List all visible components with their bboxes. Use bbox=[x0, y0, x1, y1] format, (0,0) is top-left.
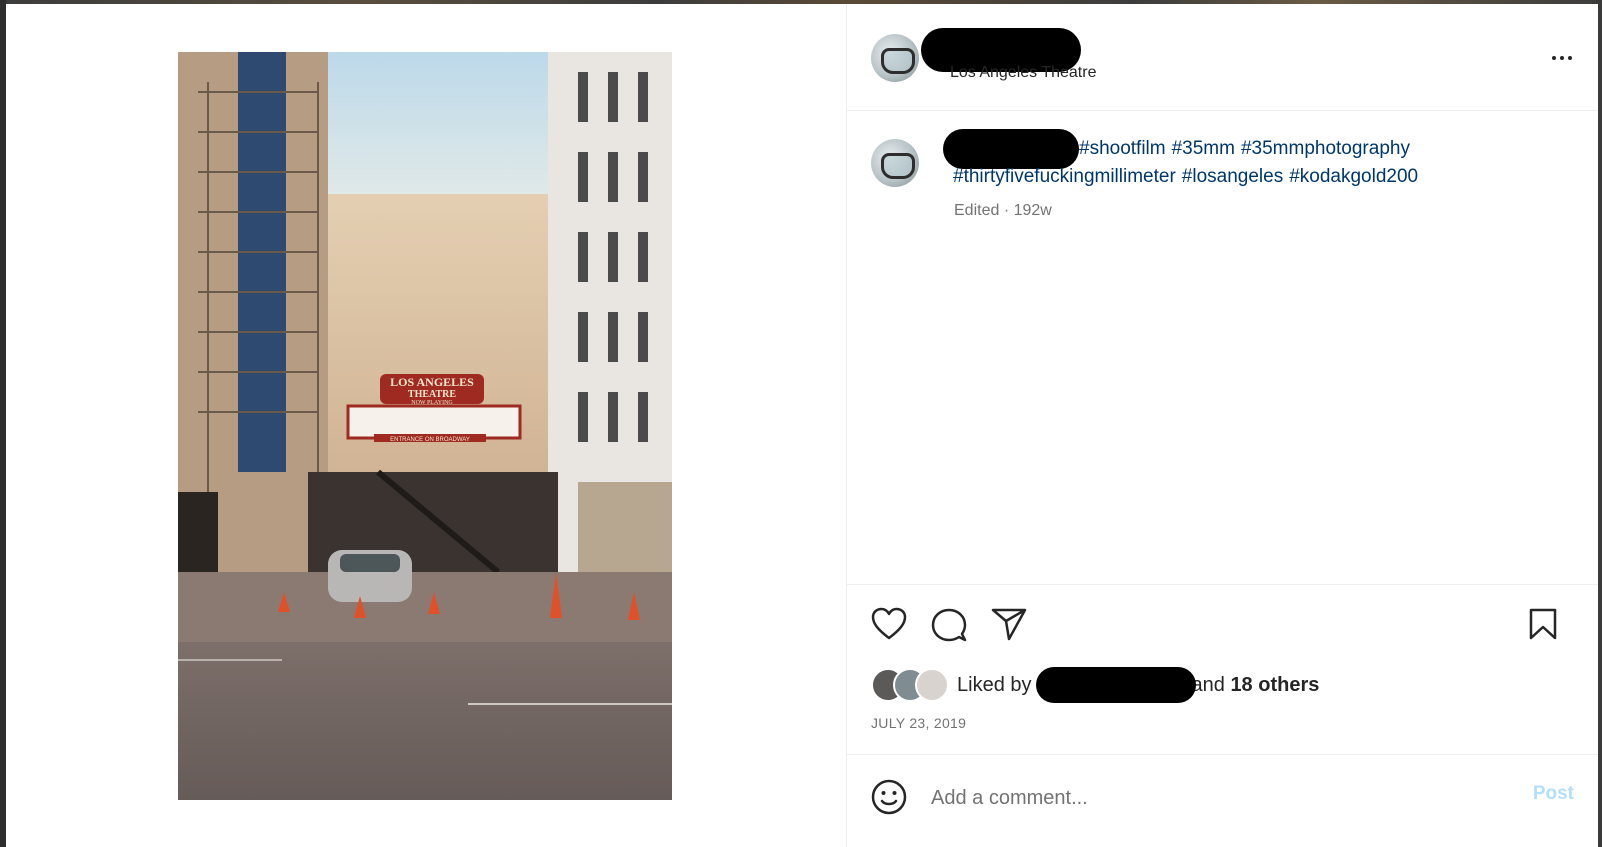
paper-plane-icon[interactable] bbox=[991, 607, 1027, 641]
post-comment-button[interactable]: Post bbox=[1533, 783, 1574, 805]
comments-area: #shootfilm #35mm #35mmphotography #thirtyfi… bbox=[847, 111, 1598, 583]
smiley-icon[interactable] bbox=[871, 779, 907, 815]
sign-line2: THEATRE bbox=[408, 389, 456, 400]
hashtag-link[interactable]: #35mmphotography bbox=[1241, 138, 1410, 159]
liker-name-redaction bbox=[1035, 667, 1196, 703]
post-side-panel: Los Angeles Theatre #shootfilm #35mm #35mm… bbox=[846, 4, 1598, 847]
liked-by-and: and bbox=[1191, 673, 1225, 696]
liked-by-prefix: Liked by bbox=[957, 673, 1032, 696]
media-pane: LOS ANGELES THEATRE NOW PLAYING ENTRANCE… bbox=[6, 4, 846, 847]
post-location[interactable]: Los Angeles Theatre bbox=[950, 64, 1096, 82]
hashtag-link[interactable]: #35mm bbox=[1172, 138, 1235, 159]
caption-author-avatar[interactable] bbox=[871, 139, 919, 187]
post-photo[interactable]: LOS ANGELES THEATRE NOW PLAYING ENTRANCE… bbox=[178, 52, 672, 800]
post-modal: LOS ANGELES THEATRE NOW PLAYING ENTRANCE… bbox=[6, 4, 1598, 847]
post-date[interactable]: JULY 23, 2019 bbox=[871, 715, 966, 731]
sign-line1: LOS ANGELES bbox=[390, 375, 474, 389]
liker-avatar[interactable] bbox=[915, 668, 949, 702]
bookmark-icon[interactable] bbox=[1528, 607, 1558, 641]
hashtag-link[interactable]: #shootfilm bbox=[1079, 138, 1166, 159]
comment-input[interactable] bbox=[929, 781, 1493, 815]
post-caption: #shootfilm #35mm #35mmphotography #thirtyfi… bbox=[953, 135, 1573, 191]
post-actions: Liked by and 18 others JULY 23, 2019 bbox=[847, 584, 1598, 755]
likes-row: Liked by and 18 others bbox=[871, 667, 1319, 703]
marquee-lower: ENTRANCE ON BROADWAY bbox=[390, 437, 470, 443]
hashtag-link[interactable]: #thirtyfivefuckingmillimeter bbox=[953, 166, 1176, 187]
likes-summary: Liked by and 18 others bbox=[957, 667, 1319, 703]
hashtag-link[interactable]: #kodakgold200 bbox=[1289, 166, 1418, 187]
author-avatar[interactable] bbox=[871, 34, 919, 82]
heart-icon[interactable] bbox=[871, 607, 907, 641]
caption-edited-time: Edited · 192w bbox=[954, 202, 1052, 219]
comment-bar: Post bbox=[847, 754, 1598, 847]
comment-bubble-icon[interactable] bbox=[931, 607, 967, 643]
more-options-icon[interactable] bbox=[1548, 44, 1576, 72]
post-header: Los Angeles Theatre bbox=[847, 4, 1598, 111]
hashtag-link[interactable]: #losangeles bbox=[1182, 166, 1283, 187]
liked-by-others-link[interactable]: 18 others bbox=[1230, 674, 1319, 697]
